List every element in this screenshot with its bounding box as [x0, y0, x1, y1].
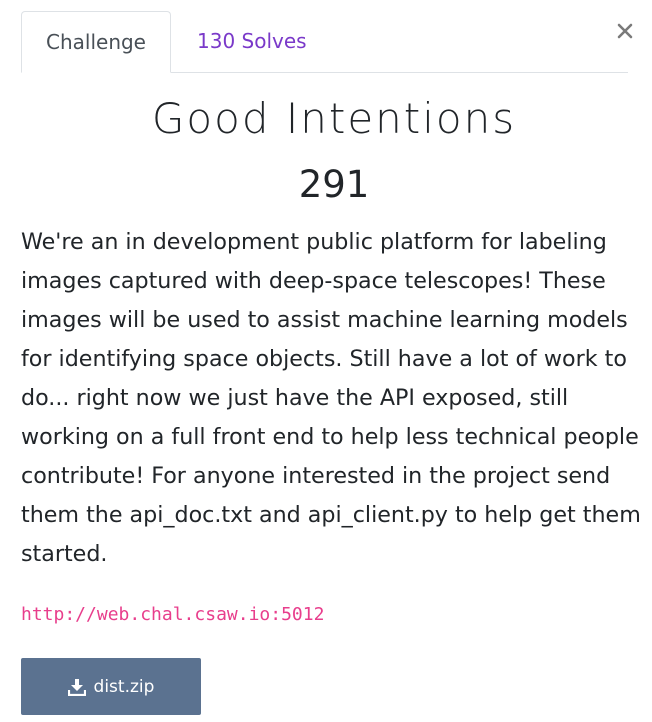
tab-challenge[interactable]: Challenge — [21, 11, 171, 73]
challenge-title: Good Intentions — [151, 94, 517, 143]
tab-bar: Challenge 130 Solves — [21, 11, 628, 73]
download-icon — [67, 678, 86, 696]
download-file-label: dist.zip — [93, 676, 155, 697]
download-file-button[interactable]: dist.zip — [21, 658, 201, 715]
challenge-description: We're an in development public platform … — [21, 229, 641, 567]
tab-solves[interactable]: 130 Solves — [197, 11, 307, 71]
challenge-points: 291 — [298, 163, 370, 206]
challenge-url-link[interactable]: http://web.chal.csaw.io:5012 — [21, 604, 324, 625]
